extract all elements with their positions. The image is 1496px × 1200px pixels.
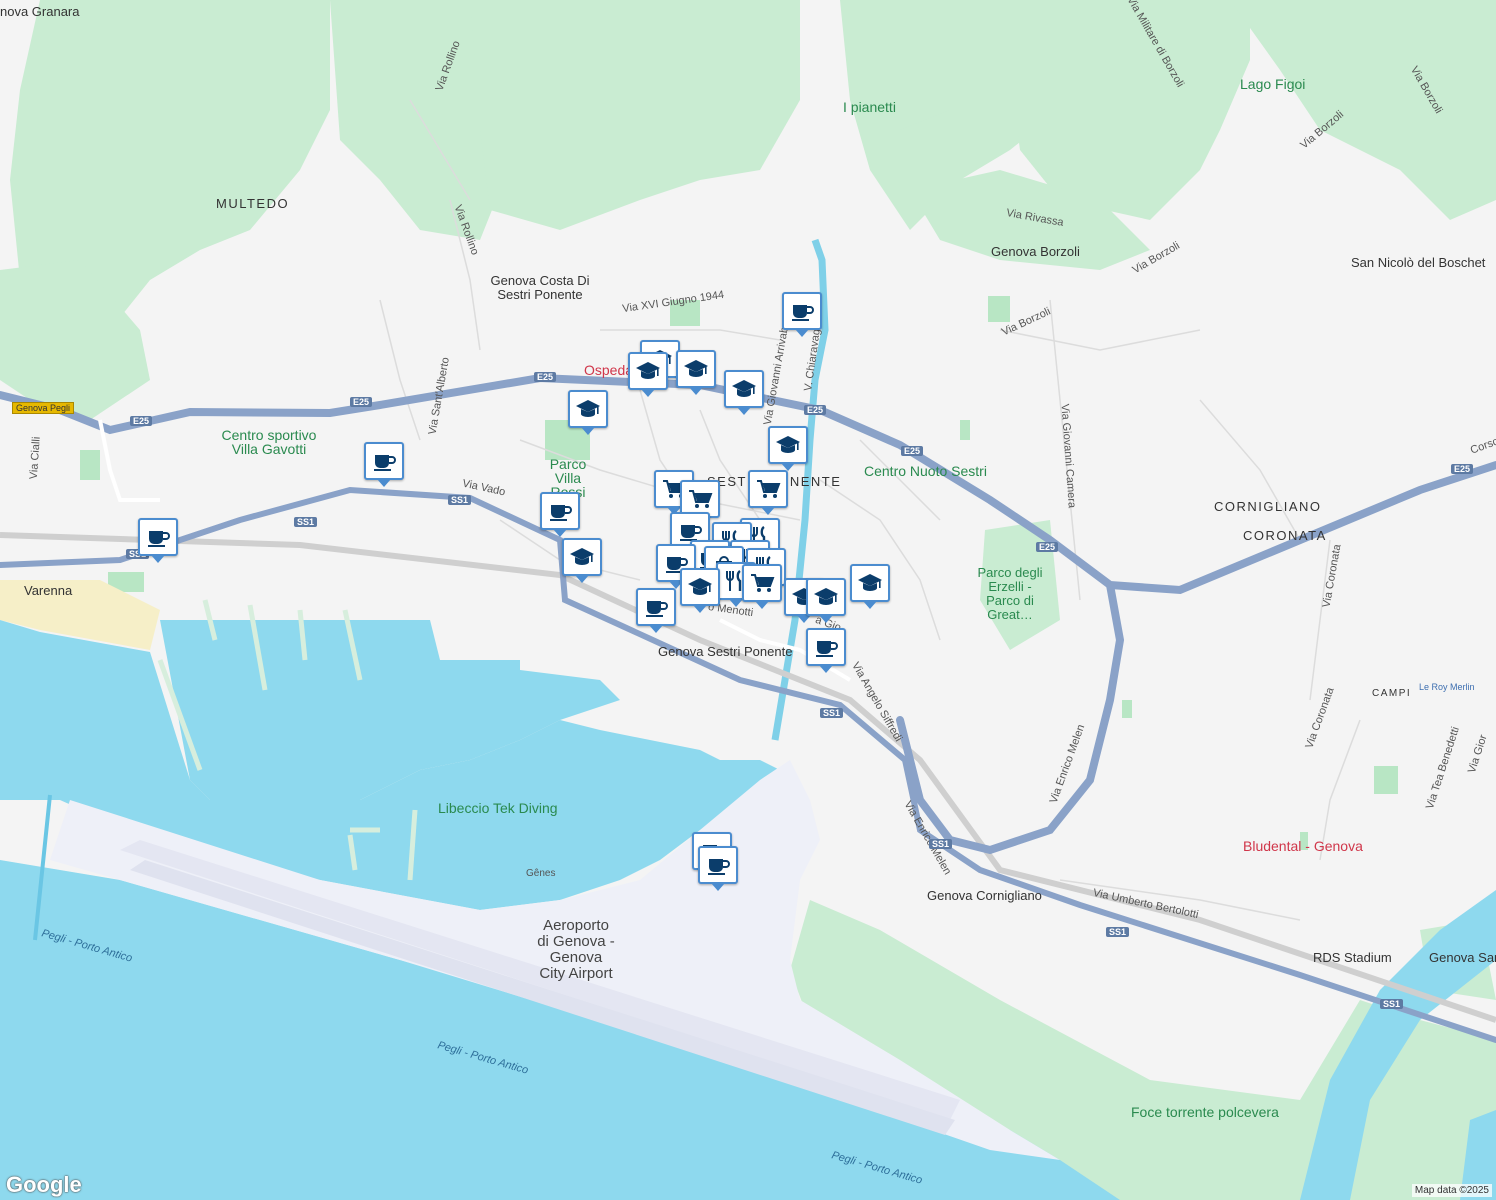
place-san-nicolo[interactable]: San Nicolò del Boschet xyxy=(1351,255,1485,270)
graduation-cap-icon xyxy=(576,400,600,417)
school-marker[interactable] xyxy=(562,538,602,583)
area-coronata: CORONATA xyxy=(1243,528,1327,543)
area-multedo: MULTEDO xyxy=(216,196,290,211)
place-rds-stadium[interactable]: RDS Stadium xyxy=(1313,950,1392,965)
coffee-cup-icon xyxy=(708,859,730,875)
shopping-cart-icon xyxy=(689,490,713,508)
graduation-cap-icon xyxy=(814,588,838,605)
place-airport[interactable]: Aeroporto di Genova - Genova City Airpor… xyxy=(536,918,616,982)
shopping-marker[interactable] xyxy=(748,470,788,515)
place-centro-nuoto[interactable]: Centro Nuoto Sestri xyxy=(864,463,987,479)
road-shield-e25: E25 xyxy=(130,416,153,426)
place-genova-pegli[interactable]: Genova Pegli xyxy=(12,402,75,414)
cafe-marker[interactable] xyxy=(364,442,404,487)
place-bludental[interactable]: Bludental - Genova xyxy=(1243,838,1363,854)
cafe-marker[interactable] xyxy=(540,492,580,537)
road-shield-ss1: SS1 xyxy=(294,517,318,527)
shopping-cart-icon xyxy=(757,480,781,498)
graduation-cap-icon xyxy=(732,380,756,397)
place-genes: Gênes xyxy=(526,868,556,879)
place-genova-san[interactable]: Genova San xyxy=(1429,950,1496,965)
graduation-cap-icon xyxy=(858,574,882,591)
school-marker[interactable] xyxy=(568,390,608,435)
coffee-cup-icon xyxy=(148,531,170,547)
road-shield-e25: E25 xyxy=(350,397,373,407)
cafe-marker[interactable] xyxy=(782,292,822,337)
place-lago-figoi[interactable]: Lago Figoi xyxy=(1240,76,1305,92)
road-shield-ss1: SS1 xyxy=(448,495,472,505)
place-costa-sestri[interactable]: Genova Costa Di Sestri Ponente xyxy=(490,274,590,302)
road-shield-e25: E25 xyxy=(804,405,827,415)
road-shield-ss1: SS1 xyxy=(820,708,844,718)
cafe-marker[interactable] xyxy=(698,846,738,891)
graduation-cap-icon xyxy=(570,548,594,565)
place-le-roy-merlin[interactable]: Le Roy Merlin xyxy=(1419,682,1475,692)
shopping-marker[interactable] xyxy=(742,564,782,609)
graduation-cap-icon xyxy=(636,362,660,379)
place-foce[interactable]: Foce torrente polcevera xyxy=(1131,1104,1279,1120)
school-marker[interactable] xyxy=(676,350,716,395)
coffee-cup-icon xyxy=(816,641,838,657)
place-i-pianetti[interactable]: I pianetti xyxy=(843,99,896,115)
cafe-marker[interactable] xyxy=(138,518,178,563)
road-shield-e25: E25 xyxy=(1451,464,1474,474)
graduation-cap-icon xyxy=(776,436,800,453)
school-marker[interactable] xyxy=(806,578,846,623)
coffee-cup-icon xyxy=(646,601,668,617)
place-ospedale[interactable]: Ospeda xyxy=(584,362,633,378)
place-libeccio[interactable]: Libeccio Tek Diving xyxy=(438,800,558,816)
place-varenna[interactable]: Varenna xyxy=(24,583,72,598)
graduation-cap-icon xyxy=(688,578,712,595)
area-campi: CAMPI xyxy=(1372,688,1412,699)
place-genova-sestri-ponente[interactable]: Genova Sestri Ponente xyxy=(658,644,792,659)
area-cornigliano: CORNIGLIANO xyxy=(1214,499,1322,514)
road-shield-ss1: SS1 xyxy=(1106,927,1130,937)
google-logo: Google xyxy=(6,1172,82,1197)
place-genova-granara[interactable]: nova Granara xyxy=(0,4,80,19)
school-marker[interactable] xyxy=(628,352,668,397)
place-genova-cornigliano[interactable]: Genova Cornigliano xyxy=(927,888,1042,903)
school-marker[interactable] xyxy=(850,564,890,609)
school-marker[interactable] xyxy=(768,426,808,471)
road-shield-e25: E25 xyxy=(901,446,924,456)
place-parco-erzelli[interactable]: Parco degli Erzelli - Parco di Great… xyxy=(975,566,1045,622)
coffee-cup-icon xyxy=(792,305,814,321)
cafe-marker[interactable] xyxy=(636,588,676,633)
road-shield-ss1: SS1 xyxy=(1380,999,1404,1009)
road-shield-e25: E25 xyxy=(1036,542,1059,552)
cafe-marker[interactable] xyxy=(806,628,846,673)
coffee-cup-icon xyxy=(550,505,572,521)
map-attribution[interactable]: Map data ©2025 xyxy=(1411,1184,1492,1197)
place-genova-borzoli[interactable]: Genova Borzoli xyxy=(991,244,1080,259)
place-villa-gavotti[interactable]: Centro sportivo Villa Gavotti xyxy=(220,428,318,456)
school-marker[interactable] xyxy=(724,370,764,415)
road-shield-ss1: SS1 xyxy=(929,839,953,849)
graduation-cap-icon xyxy=(684,360,708,377)
coffee-cup-icon xyxy=(374,455,396,471)
road-shield-e25: E25 xyxy=(534,372,557,382)
school-marker[interactable] xyxy=(680,568,720,613)
shopping-cart-icon xyxy=(751,574,775,592)
